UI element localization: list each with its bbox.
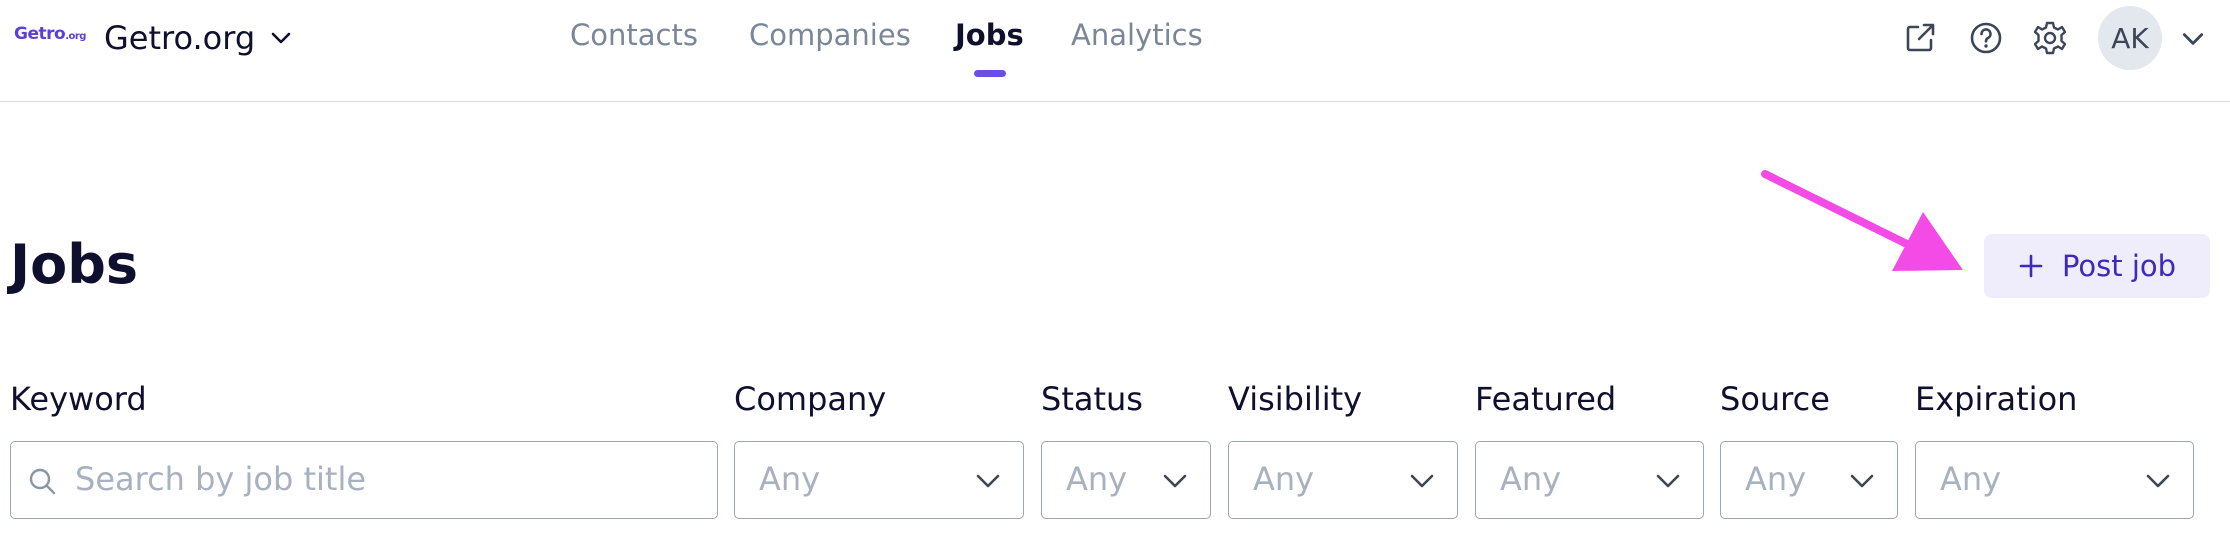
keyword-search-input[interactable]: Search by job title xyxy=(10,441,718,519)
expiration-label: Expiration xyxy=(1915,380,2078,418)
post-job-button[interactable]: Post job xyxy=(1984,234,2210,298)
organization-name: Getro.org xyxy=(104,19,256,57)
external-link-icon[interactable] xyxy=(1900,18,1940,58)
chevron-down-icon xyxy=(1163,474,1187,488)
company-value: Any xyxy=(759,460,821,498)
keyword-label: Keyword xyxy=(10,380,147,418)
annotation-arrow xyxy=(1761,170,1963,271)
featured-label: Featured xyxy=(1475,380,1617,418)
keyword-placeholder: Search by job title xyxy=(75,460,367,498)
source-value: Any xyxy=(1745,460,1807,498)
help-icon[interactable] xyxy=(1966,18,2006,58)
visibility-select[interactable]: Any xyxy=(1228,441,1458,519)
organization-switcher[interactable]: Getro.org xyxy=(104,16,293,60)
visibility-label: Visibility xyxy=(1228,380,1363,418)
expiration-select[interactable]: Any xyxy=(1915,441,2194,519)
tab-contacts[interactable]: Contacts xyxy=(570,18,698,52)
search-icon xyxy=(29,468,56,495)
source-label: Source xyxy=(1720,380,1830,418)
account-menu-chevron-icon[interactable] xyxy=(2180,26,2206,52)
tab-companies[interactable]: Companies xyxy=(749,18,911,52)
tab-analytics[interactable]: Analytics xyxy=(1071,18,1203,52)
chevron-down-icon xyxy=(1656,474,1680,488)
logo-main: Getro xyxy=(14,24,66,44)
user-avatar[interactable]: AK xyxy=(2098,6,2162,70)
chevron-down-icon xyxy=(2146,474,2170,488)
company-select[interactable]: Any xyxy=(734,441,1024,519)
status-label: Status xyxy=(1041,380,1143,418)
active-tab-indicator xyxy=(974,70,1006,77)
source-select[interactable]: Any xyxy=(1720,441,1898,519)
top-navigation-bar: Getro.org Getro.org Contacts Companies J… xyxy=(0,0,2230,102)
status-value: Any xyxy=(1066,460,1128,498)
expiration-value: Any xyxy=(1940,460,2002,498)
page-title: Jobs xyxy=(10,233,138,296)
post-job-label: Post job xyxy=(2061,249,2177,283)
company-label: Company xyxy=(734,380,887,418)
settings-icon[interactable] xyxy=(2030,18,2070,58)
chevron-down-icon xyxy=(271,32,291,44)
chevron-down-icon xyxy=(1410,474,1434,488)
featured-select[interactable]: Any xyxy=(1475,441,1704,519)
logo-suffix: .org xyxy=(65,31,86,42)
plus-icon xyxy=(2019,254,2043,278)
featured-value: Any xyxy=(1500,460,1562,498)
tab-jobs[interactable]: Jobs xyxy=(955,18,1024,52)
getro-logo[interactable]: Getro.org xyxy=(14,24,86,44)
chevron-down-icon xyxy=(976,474,1000,488)
status-select[interactable]: Any xyxy=(1041,441,1211,519)
chevron-down-icon xyxy=(1850,474,1874,488)
visibility-value: Any xyxy=(1253,460,1315,498)
